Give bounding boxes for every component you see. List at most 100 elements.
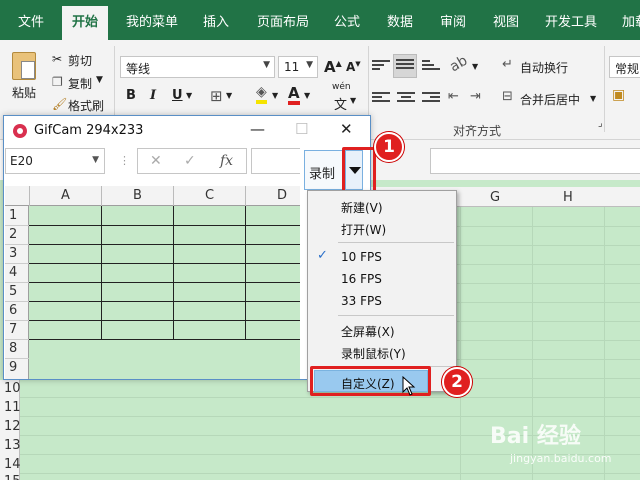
tab-file[interactable]: 文件 bbox=[18, 11, 44, 30]
formula-input[interactable] bbox=[430, 148, 640, 174]
align-right-icon[interactable] bbox=[422, 92, 440, 106]
orientation-dropdown-icon[interactable]: ▼ bbox=[472, 62, 478, 71]
format-painter-icon[interactable]: 🖌 bbox=[52, 97, 67, 111]
tab-developer[interactable]: 开发工具 bbox=[545, 11, 597, 30]
cut-icon[interactable]: ✂ bbox=[52, 52, 62, 66]
align-center-icon[interactable] bbox=[397, 92, 415, 106]
phonetic-icon[interactable]: 文 bbox=[334, 94, 347, 113]
menu-item-new[interactable]: 新建(V) bbox=[309, 195, 455, 217]
captured-row-3: 3 bbox=[9, 246, 18, 261]
row-header-12[interactable]: 12 bbox=[4, 419, 21, 434]
align-top-icon[interactable] bbox=[372, 60, 390, 74]
increase-font-icon[interactable]: A▲ bbox=[324, 58, 342, 76]
row-header-13[interactable]: 13 bbox=[4, 438, 21, 453]
border-icon[interactable]: ⊞ bbox=[210, 87, 223, 105]
fill-color-icon[interactable]: ◈ bbox=[256, 85, 267, 104]
wrap-text-button[interactable]: 自动换行 bbox=[520, 59, 568, 76]
copy-button[interactable]: 复制 bbox=[68, 75, 92, 92]
maximize-button[interactable]: ☐ bbox=[295, 120, 308, 138]
header-divider bbox=[173, 186, 174, 206]
row-divider bbox=[5, 263, 29, 264]
copy-dropdown-icon[interactable]: ▼ bbox=[96, 75, 103, 85]
cancel-icon[interactable]: ✕ bbox=[150, 153, 162, 169]
step-badge-2: 2 bbox=[442, 367, 472, 397]
font-name-select[interactable]: 等线 ▼ bbox=[120, 56, 275, 78]
tab-addins[interactable]: 加载 bbox=[622, 11, 640, 30]
decrease-indent-icon[interactable]: ⇤ bbox=[448, 89, 459, 104]
menu-item-fullscreen[interactable]: 全屏幕(X) bbox=[309, 319, 455, 341]
menu-item-record-mouse[interactable]: 录制鼠标(Y) bbox=[309, 341, 455, 363]
alignment-dialog-launcher-icon[interactable]: ⌟ bbox=[598, 118, 603, 129]
header-divider bbox=[245, 186, 246, 206]
row-header-14[interactable]: 14 bbox=[4, 457, 21, 472]
row-header-10[interactable]: 10 bbox=[4, 381, 21, 396]
font-name-value: 等线 bbox=[126, 62, 151, 76]
menu-item-open[interactable]: 打开(W) bbox=[309, 217, 455, 239]
gridline bbox=[20, 416, 640, 417]
phonetic-dropdown-icon[interactable]: ▼ bbox=[350, 96, 356, 105]
gridline bbox=[460, 207, 461, 480]
header-divider bbox=[29, 186, 30, 206]
tab-formulas[interactable]: 公式 bbox=[334, 11, 360, 30]
gifcam-capture-area[interactable]: E20 ▼ ⋮ ✕ ✓ fx A B C D 1 2 3 4 5 6 7 8 9 bbox=[5, 146, 300, 379]
row-header-11[interactable]: 11 bbox=[4, 400, 21, 415]
cut-button[interactable]: 剪切 bbox=[68, 52, 92, 69]
decrease-font-icon[interactable]: A▼ bbox=[346, 60, 361, 74]
insert-function-icon[interactable]: fx bbox=[220, 153, 233, 169]
menu-item-16fps[interactable]: 16 FPS bbox=[309, 268, 455, 290]
merge-center-icon[interactable]: ⊟ bbox=[502, 89, 513, 104]
align-left-icon[interactable] bbox=[372, 92, 390, 106]
enter-icon[interactable]: ✓ bbox=[184, 153, 196, 169]
close-button[interactable]: ✕ bbox=[340, 120, 353, 138]
menu-item-label: 录制鼠标(Y) bbox=[341, 347, 406, 361]
fill-color-dropdown-icon[interactable]: ▼ bbox=[272, 91, 278, 100]
captured-sheet-grid: A B C D 1 2 3 4 5 6 7 8 9 bbox=[5, 186, 300, 379]
paste-button[interactable]: 粘贴 bbox=[12, 84, 36, 101]
tab-page-layout[interactable]: 页面布局 bbox=[257, 11, 309, 30]
border-dropdown-icon[interactable]: ▼ bbox=[226, 91, 232, 100]
minimize-button[interactable]: — bbox=[250, 120, 265, 138]
menu-item-10fps[interactable]: ✓ 10 FPS bbox=[309, 246, 455, 268]
tab-insert[interactable]: 插入 bbox=[203, 11, 229, 30]
wrap-text-icon[interactable]: ↵ bbox=[502, 57, 513, 72]
align-middle-button[interactable] bbox=[393, 54, 417, 78]
menu-item-label: 10 FPS bbox=[341, 250, 382, 264]
font-color-dropdown-icon[interactable]: ▼ bbox=[304, 91, 310, 100]
align-bottom-icon[interactable] bbox=[422, 60, 440, 74]
paste-icon[interactable] bbox=[12, 52, 36, 80]
font-size-select[interactable]: 11 ▼ bbox=[278, 56, 318, 78]
format-painter-button[interactable]: 格式刷 bbox=[68, 97, 104, 114]
currency-icon[interactable]: ▣ bbox=[612, 87, 625, 103]
formula-buttons: ✕ ✓ fx bbox=[137, 148, 247, 174]
baidu-watermark-url: jingyan.baidu.com bbox=[510, 452, 612, 465]
increase-indent-icon[interactable]: ⇥ bbox=[470, 89, 481, 104]
orientation-icon[interactable]: ab bbox=[447, 53, 470, 76]
tab-my-menu[interactable]: 我的菜单 bbox=[126, 11, 178, 30]
row-header-15[interactable]: 15 bbox=[4, 474, 21, 480]
bold-button[interactable]: B bbox=[126, 88, 136, 103]
merge-center-button[interactable]: 合并后居中 bbox=[520, 91, 580, 108]
tab-data[interactable]: 数据 bbox=[387, 11, 413, 30]
gifcam-titlebar[interactable]: GifCam 294x233 — ☐ ✕ bbox=[4, 116, 370, 146]
italic-button[interactable]: I bbox=[150, 88, 156, 103]
copy-icon[interactable]: ❐ bbox=[52, 75, 63, 89]
merge-dropdown-icon[interactable]: ▼ bbox=[590, 94, 596, 103]
underline-dropdown-icon[interactable]: ▼ bbox=[186, 91, 192, 100]
tab-review[interactable]: 审阅 bbox=[440, 11, 466, 30]
menu-item-label: 新建(V) bbox=[341, 201, 383, 215]
phonetic-label: wén bbox=[332, 82, 351, 92]
separator bbox=[604, 46, 605, 132]
captured-row-8: 8 bbox=[9, 341, 18, 356]
checkmark-icon: ✓ bbox=[317, 248, 328, 263]
tab-home[interactable]: 开始 bbox=[62, 6, 109, 40]
name-box[interactable]: E20 ▼ bbox=[5, 148, 105, 174]
font-color-icon[interactable]: A bbox=[288, 85, 300, 105]
menu-item-33fps[interactable]: 33 FPS bbox=[309, 290, 455, 312]
captured-row-2: 2 bbox=[9, 227, 18, 242]
number-format-select[interactable]: 常规 bbox=[609, 56, 640, 78]
tab-view[interactable]: 视图 bbox=[493, 11, 519, 30]
column-header-g[interactable]: G bbox=[490, 190, 500, 205]
underline-button[interactable]: U bbox=[172, 88, 183, 103]
column-header-h[interactable]: H bbox=[563, 190, 573, 205]
record-button[interactable]: 录制 bbox=[304, 150, 344, 190]
